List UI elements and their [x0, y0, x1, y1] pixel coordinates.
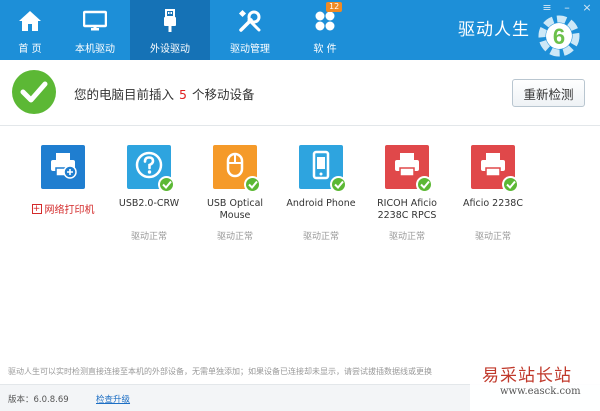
driver-status-label: 驱动正常	[216, 232, 253, 242]
device-name: USB Optical Mouse	[206, 198, 264, 221]
window-controls: ≡ – ×	[540, 2, 594, 14]
main-nav: 首 页 本机驱动 外设驱动 驱动管理 软 件 12	[0, 0, 360, 60]
recheck-button[interactable]: 重新检测	[512, 79, 585, 107]
usb-crw-tile[interactable]	[127, 145, 175, 193]
app-title: 驱动人生	[458, 20, 530, 40]
device-network-printer[interactable]: + 网络打印机	[20, 145, 106, 222]
aficio-2238c-tile[interactable]	[471, 145, 519, 193]
plus-box-icon: +	[31, 203, 42, 214]
device-count: 5	[179, 87, 187, 102]
device-name: RICOH Aficio 2238C RPCS	[377, 198, 437, 221]
network-printer-tile[interactable]	[41, 145, 85, 189]
driver-ok-icon	[416, 176, 433, 193]
usb-mouse-tile[interactable]	[213, 145, 261, 193]
nav-item-local-drivers[interactable]: 本机驱动	[60, 0, 130, 60]
status-prefix: 您的电脑目前插入	[74, 87, 175, 102]
nav-label-software: 软 件	[313, 44, 337, 55]
nav-item-peripheral-drivers[interactable]: 外设驱动	[130, 0, 210, 60]
driver-status-label: 驱动正常	[474, 232, 511, 242]
watermark-url: www.easck.com	[500, 386, 581, 397]
status-check-icon	[12, 70, 56, 114]
device-name: USB2.0-CRW	[118, 198, 180, 209]
nav-label-peripheral-drivers: 外设驱动	[150, 44, 190, 55]
menu-icon[interactable]: ≡	[540, 2, 554, 14]
detection-hint: 驱动人生可以实时检测直接连接至本机的外部设备，无需单独添加；如果设备已连接却未显…	[8, 367, 432, 376]
device-android-phone[interactable]: Android Phone	[278, 145, 364, 222]
driver-ok-icon	[158, 176, 175, 193]
nav-label-driver-management: 驱动管理	[230, 44, 270, 55]
device-name: Android Phone	[286, 198, 356, 209]
android-phone-tile[interactable]	[299, 145, 347, 193]
close-icon[interactable]: ×	[580, 2, 594, 14]
device-aficio-2238c[interactable]: Aficio 2238C	[450, 145, 536, 222]
printer-add-icon	[48, 150, 78, 184]
nav-label-home: 首 页	[18, 44, 42, 55]
watermark-title: 易采站长站	[482, 366, 572, 386]
home-icon	[18, 9, 42, 33]
device-name: Aficio 2238C	[463, 198, 523, 209]
svg-text:6: 6	[553, 24, 565, 49]
apps-icon	[313, 9, 337, 33]
driver-ok-icon	[244, 176, 261, 193]
app-logo-icon: 6	[537, 14, 581, 58]
device-ricoh-rpcs[interactable]: RICOH Aficio 2238C RPCS	[364, 145, 450, 222]
usb-icon	[158, 9, 182, 33]
nav-item-software[interactable]: 软 件 12	[290, 0, 360, 60]
monitor-icon	[83, 9, 107, 33]
device-usb-mouse[interactable]: USB Optical Mouse	[192, 145, 278, 222]
ricoh-rpcs-tile[interactable]	[385, 145, 433, 193]
check-update-link[interactable]: 检查升级	[96, 393, 130, 405]
device-list: + 网络打印机 USB2.0-CRW USB Optical Mouse And…	[20, 145, 536, 222]
driver-status-label: 驱动正常	[130, 232, 167, 242]
version-label: 版本：6.0.8.69	[8, 395, 69, 405]
top-nav-bar: 首 页 本机驱动 外设驱动 驱动管理 软 件 12 驱动人生 6 ≡ – ×	[0, 0, 600, 60]
software-update-badge: 12	[326, 2, 343, 12]
tools-icon	[238, 9, 262, 33]
add-network-printer-label: 网络打印机	[44, 205, 95, 216]
minimize-icon[interactable]: –	[560, 2, 574, 14]
detection-status-panel: 您的电脑目前插入 5 个移动设备 重新检测	[0, 60, 600, 126]
nav-label-local-drivers: 本机驱动	[75, 44, 115, 55]
nav-item-driver-management[interactable]: 驱动管理	[210, 0, 290, 60]
driver-status-label: 驱动正常	[388, 232, 425, 242]
driver-ok-icon	[502, 176, 519, 193]
driver-ok-icon	[330, 176, 347, 193]
status-suffix: 个移动设备	[191, 87, 255, 102]
nav-item-home[interactable]: 首 页	[0, 0, 60, 60]
site-watermark: 易采站长站 www.easck.com	[470, 357, 600, 411]
status-message: 您的电脑目前插入 5 个移动设备	[74, 84, 254, 103]
add-network-printer-link[interactable]: + 网络打印机	[31, 201, 95, 216]
driver-status-label: 驱动正常	[302, 232, 339, 242]
device-usb-crw[interactable]: USB2.0-CRW	[106, 145, 192, 222]
